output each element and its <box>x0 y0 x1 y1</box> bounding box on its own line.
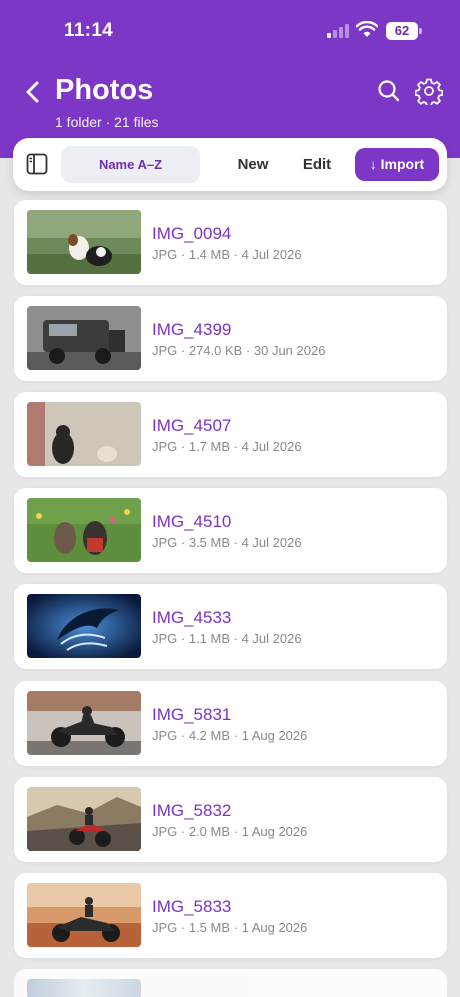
file-row[interactable]: IMG_4399 JPG · 274.0 KB · 30 Jun 2026 <box>14 296 447 381</box>
file-meta: JPG · 1.7 MB · 4 Jul 2026 <box>152 439 302 454</box>
back-button[interactable] <box>22 79 44 105</box>
photo-thumbnail <box>27 979 141 997</box>
file-name: IMG_4533 <box>152 608 232 627</box>
sidebar-toggle-icon[interactable] <box>26 153 48 175</box>
photo-thumbnail <box>27 691 141 755</box>
file-meta: JPG · 1.5 MB · 1 Aug 2026 <box>152 920 308 935</box>
file-name: IMG_5831 <box>152 705 232 724</box>
file-row-partial[interactable] <box>14 969 447 997</box>
file-meta: JPG · 274.0 KB · 30 Jun 2026 <box>152 343 326 358</box>
file-row[interactable]: IMG_4507 JPG · 1.7 MB · 4 Jul 2026 <box>14 392 447 477</box>
file-meta: JPG · 1.4 MB · 4 Jul 2026 <box>152 247 302 262</box>
file-row[interactable]: IMG_4510 JPG · 3.5 MB · 4 Jul 2026 <box>14 488 447 573</box>
photo-thumbnail <box>27 498 141 562</box>
file-name: IMG_4399 <box>152 320 232 339</box>
edit-button[interactable]: Edit <box>295 146 339 183</box>
file-row[interactable]: IMG_5831 JPG · 4.2 MB · 1 Aug 2026 <box>14 681 447 766</box>
cellular-signal-icon <box>327 24 349 38</box>
search-button[interactable] <box>376 78 402 104</box>
photo-thumbnail <box>27 402 141 466</box>
file-row[interactable]: IMG_5832 JPG · 2.0 MB · 1 Aug 2026 <box>14 777 447 862</box>
file-row[interactable]: IMG_5833 JPG · 1.5 MB · 1 Aug 2026 <box>14 873 447 958</box>
file-meta: JPG · 1.1 MB · 4 Jul 2026 <box>152 631 302 646</box>
sort-button[interactable]: Name A–Z <box>61 146 200 183</box>
new-button[interactable]: New <box>231 146 275 183</box>
photo-thumbnail <box>27 883 141 947</box>
file-name: IMG_4507 <box>152 416 232 435</box>
page-subtitle: 1 folder · 21 files <box>55 114 159 130</box>
file-row[interactable]: IMG_0094 JPG · 1.4 MB · 4 Jul 2026 <box>14 200 447 285</box>
photo-thumbnail <box>27 306 141 370</box>
battery-cap-icon <box>419 28 422 34</box>
file-name: IMG_4510 <box>152 512 232 531</box>
file-row[interactable]: IMG_4533 JPG · 1.1 MB · 4 Jul 2026 <box>14 584 447 669</box>
wifi-icon <box>356 21 378 37</box>
file-meta: JPG · 2.0 MB · 1 Aug 2026 <box>152 824 308 839</box>
battery-indicator: 62 <box>386 22 418 40</box>
file-name: IMG_0094 <box>152 224 232 243</box>
status-bar: 11:14 62 <box>0 0 460 62</box>
settings-gear-icon[interactable] <box>415 77 443 105</box>
file-meta: JPG · 3.5 MB · 4 Jul 2026 <box>152 535 302 550</box>
photo-thumbnail <box>27 594 141 658</box>
file-name: IMG_5832 <box>152 801 232 820</box>
page-title: Photos <box>55 74 154 106</box>
status-time: 11:14 <box>64 20 114 41</box>
header-bar: 11:14 62 Photos 1 folder · 21 files <box>0 0 460 158</box>
toolbar: Name A–Z New Edit ↓ Import <box>13 138 447 191</box>
file-name: IMG_5833 <box>152 897 232 916</box>
photo-thumbnail <box>27 787 141 851</box>
photo-thumbnail <box>27 210 141 274</box>
import-button[interactable]: ↓ Import <box>355 148 439 181</box>
file-meta: JPG · 4.2 MB · 1 Aug 2026 <box>152 728 308 743</box>
